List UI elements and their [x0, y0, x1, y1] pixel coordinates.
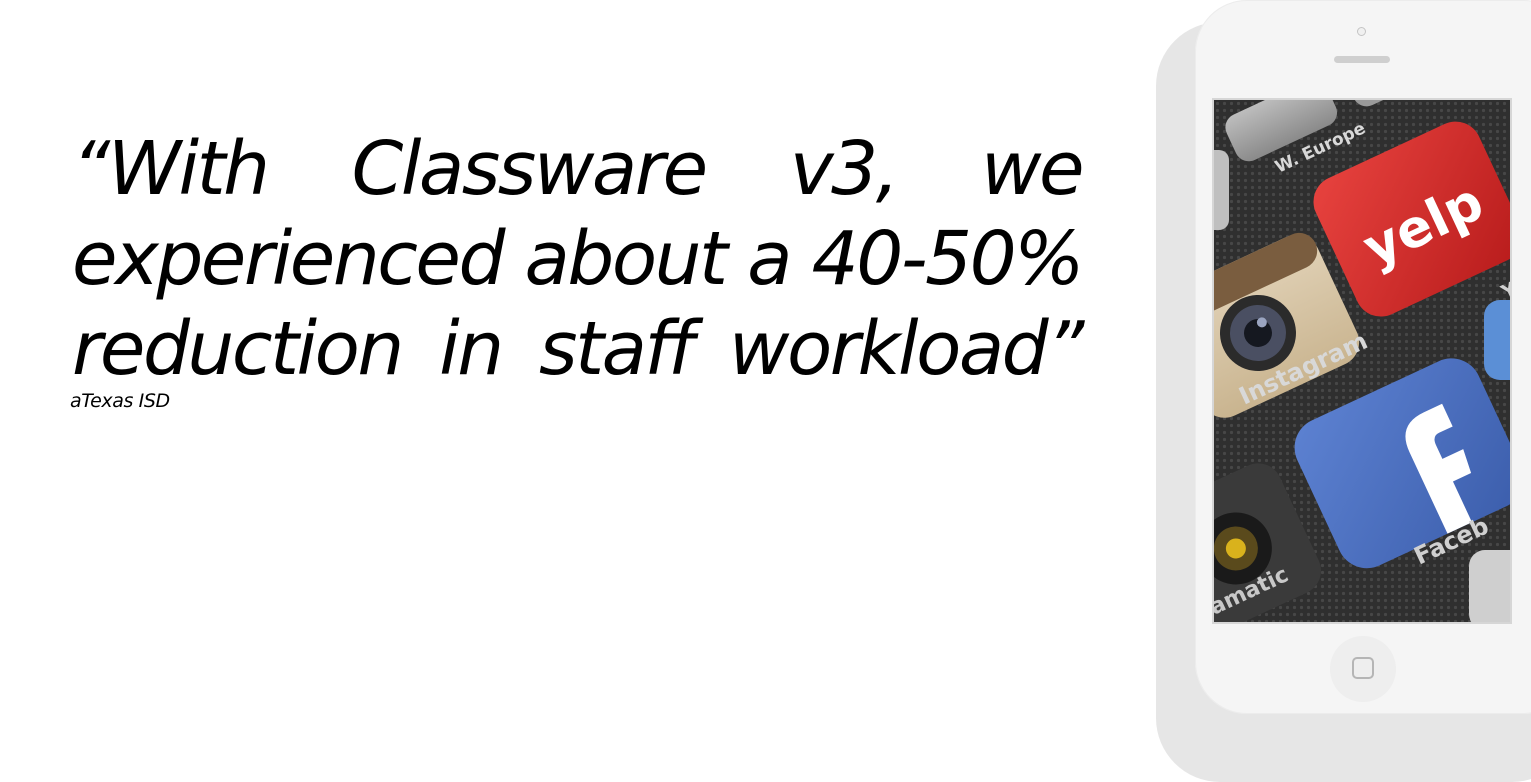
- phone-screen: W. Europe yelp Yel Instagram Faceb amati…: [1212, 98, 1512, 624]
- phone-speaker: [1334, 56, 1390, 63]
- phone-camera-icon: [1357, 27, 1366, 36]
- partial-app-icon: [1469, 550, 1510, 622]
- quote-text: “With Classware v3, we experienced about…: [72, 126, 1085, 392]
- home-square-icon: [1352, 657, 1374, 679]
- app-icons-illustration: W. Europe yelp Yel Instagram Faceb amati…: [1214, 100, 1510, 622]
- partial-app-icon: [1214, 150, 1229, 230]
- testimonial-quote: “With Classware v3, we experienced about…: [70, 124, 1085, 412]
- partial-app-icon: [1484, 300, 1510, 380]
